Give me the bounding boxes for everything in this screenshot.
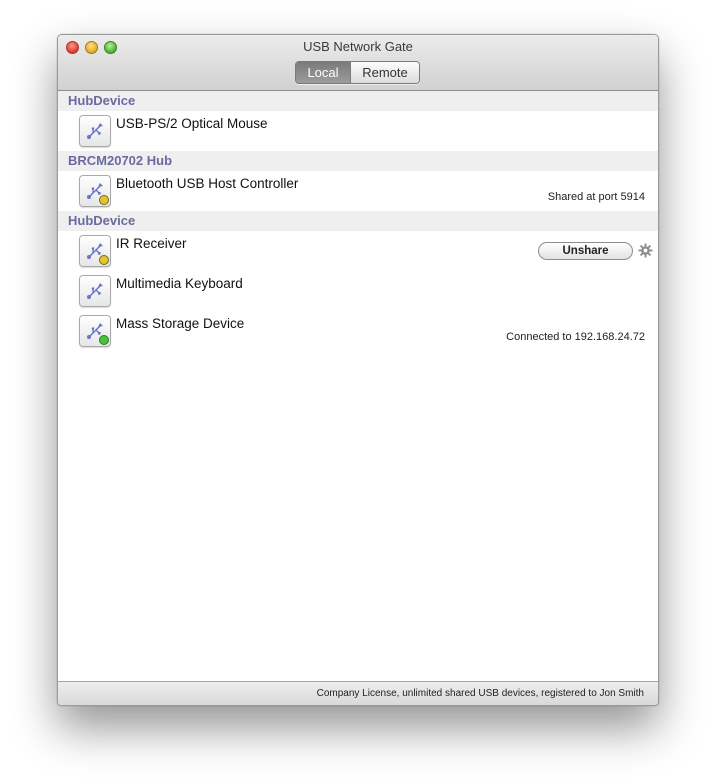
status-bar: Company License, unlimited shared USB de… bbox=[58, 681, 658, 705]
device-name: USB-PS/2 Optical Mouse bbox=[116, 116, 268, 131]
usb-device-icon bbox=[79, 175, 111, 207]
connected-status-indicator bbox=[99, 335, 109, 345]
app-window: USB Network Gate Local Remote HubDevice … bbox=[57, 34, 659, 706]
gear-icon[interactable] bbox=[638, 243, 653, 258]
device-status: Connected to 192.168.24.72 bbox=[506, 331, 645, 343]
group-header-hubdevice: HubDevice bbox=[58, 91, 658, 111]
usb-device-icon bbox=[79, 275, 111, 307]
device-name: Mass Storage Device bbox=[116, 316, 245, 331]
title-bar: USB Network Gate Local Remote bbox=[58, 35, 658, 91]
device-row-mass-storage[interactable]: Mass Storage Device Connected to 192.168… bbox=[58, 311, 658, 351]
device-row-bluetooth-controller[interactable]: Bluetooth USB Host Controller Shared at … bbox=[58, 171, 658, 211]
device-row-optical-mouse[interactable]: USB-PS/2 Optical Mouse bbox=[58, 111, 658, 151]
usb-device-icon bbox=[79, 235, 111, 267]
device-name: IR Receiver bbox=[116, 236, 187, 251]
window-title: USB Network Gate bbox=[303, 39, 413, 54]
group-header-brcm20702-hub: BRCM20702 Hub bbox=[58, 151, 658, 171]
device-status: Shared at port 5914 bbox=[547, 191, 645, 203]
device-name: Bluetooth USB Host Controller bbox=[116, 176, 299, 191]
usb-device-icon bbox=[79, 115, 111, 147]
usb-device-icon bbox=[79, 315, 111, 347]
location-segmented-control: Local Remote bbox=[295, 61, 420, 84]
unshare-button[interactable]: Unshare bbox=[538, 242, 633, 260]
tab-local[interactable]: Local bbox=[296, 62, 350, 83]
device-row-ir-receiver[interactable]: IR Receiver Unshare bbox=[58, 231, 658, 271]
license-text: Company License, unlimited shared USB de… bbox=[316, 688, 644, 699]
tab-remote[interactable]: Remote bbox=[350, 62, 419, 83]
device-list: HubDevice USB-PS/2 Optical Mouse BRCM207… bbox=[58, 91, 658, 681]
shared-status-indicator bbox=[99, 255, 109, 265]
device-row-multimedia-keyboard[interactable]: Multimedia Keyboard bbox=[58, 271, 658, 311]
group-header-hubdevice: HubDevice bbox=[58, 211, 658, 231]
shared-status-indicator bbox=[99, 195, 109, 205]
device-name: Multimedia Keyboard bbox=[116, 276, 243, 291]
